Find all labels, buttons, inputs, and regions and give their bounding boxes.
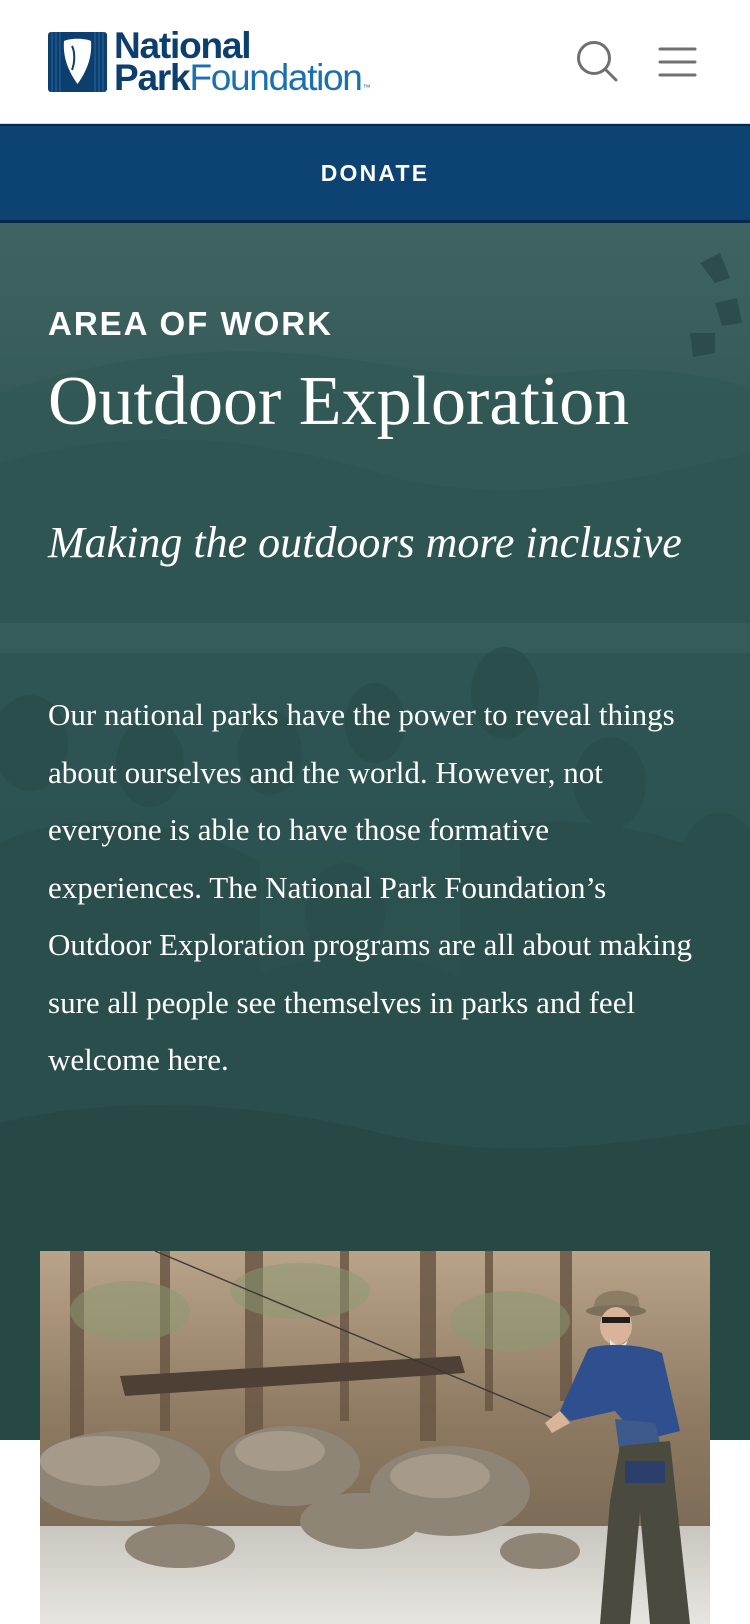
area-of-work-eyebrow: AREA OF WORK — [48, 305, 333, 342]
hamburger-menu-icon — [658, 47, 697, 77]
search-button[interactable] — [572, 36, 624, 88]
logo-trademark: ™ — [362, 82, 371, 92]
hero-tagline: Making the outdoors more inclusive — [48, 518, 682, 567]
fly-fishing-image — [40, 1251, 710, 1624]
menu-button[interactable] — [652, 36, 704, 88]
donate-label: DONATE — [320, 159, 430, 186]
logo-word-foundation: Foundation — [189, 56, 362, 98]
donate-button[interactable]: DONATE — [0, 124, 750, 223]
search-icon — [577, 41, 618, 82]
logo-wordmark: National ParkFoundation™ — [114, 27, 371, 96]
national-park-foundation-logo[interactable]: National ParkFoundation™ — [48, 27, 388, 96]
page-title: Outdoor Exploration — [48, 363, 630, 440]
hero-intro-paragraph: Our national parks have the power to rev… — [48, 697, 692, 1077]
arrowhead-logo-icon — [48, 32, 107, 92]
fly-fishing-photo — [40, 1251, 710, 1624]
logo-word-park: Park — [114, 56, 191, 98]
site-header: National ParkFoundation™ — [0, 0, 750, 124]
